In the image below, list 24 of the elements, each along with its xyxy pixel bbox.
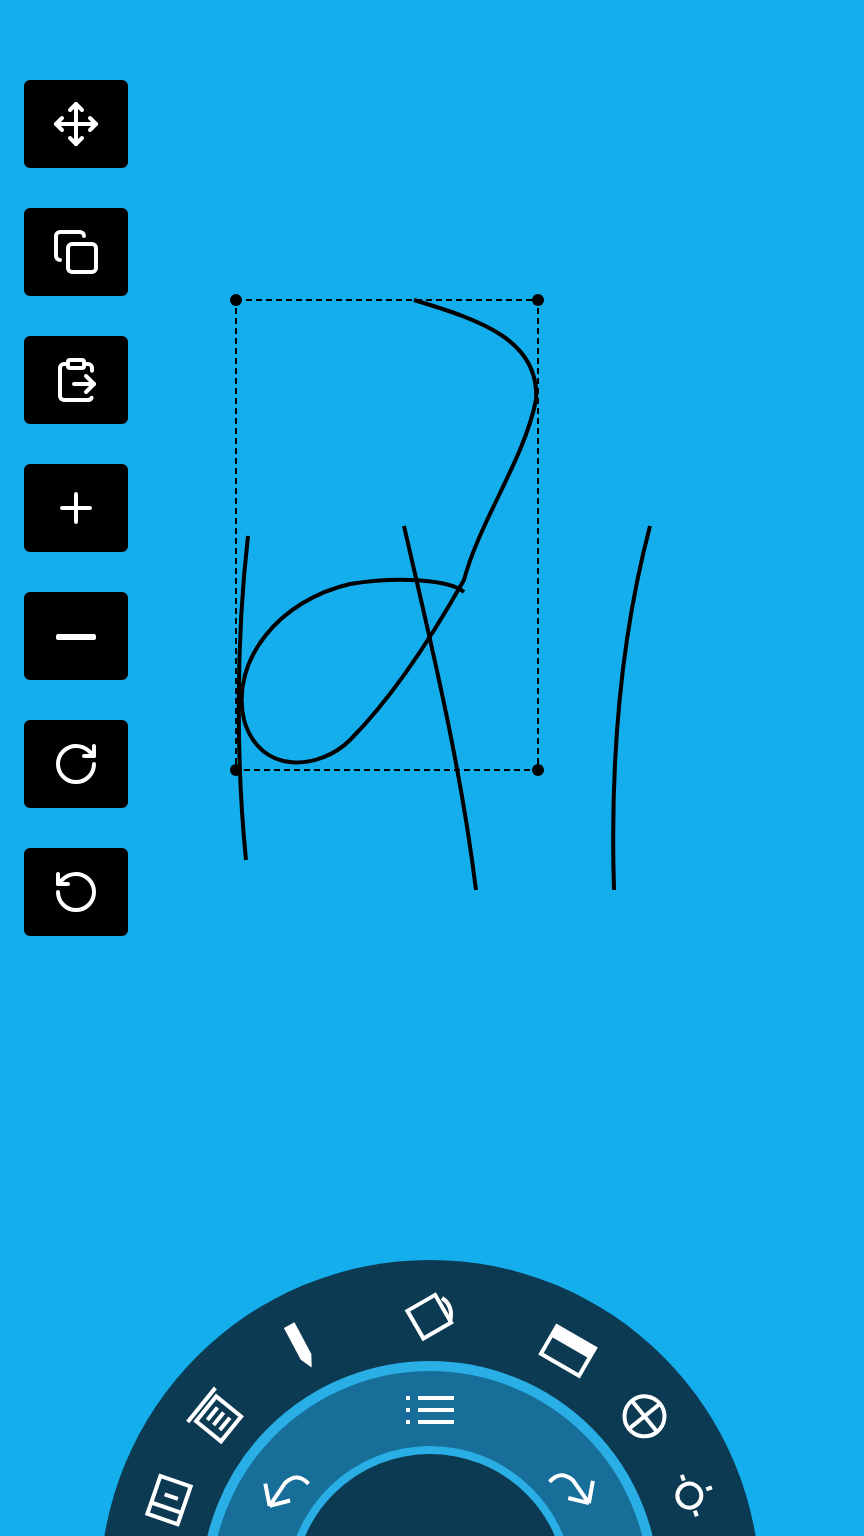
undo-icon[interactable] xyxy=(263,1475,311,1508)
paste-button[interactable] xyxy=(24,336,128,424)
move-icon xyxy=(52,100,100,148)
notebook-icon[interactable] xyxy=(144,1473,194,1527)
rotate-clockwise-icon xyxy=(52,740,100,788)
lightbulb-icon[interactable] xyxy=(675,1474,713,1517)
copy-icon xyxy=(52,228,100,276)
paste-icon xyxy=(52,356,100,404)
move-button[interactable] xyxy=(24,80,128,168)
copy-button[interactable] xyxy=(24,208,128,296)
list-icon[interactable] xyxy=(406,1396,454,1424)
bucket-icon[interactable] xyxy=(404,1292,454,1342)
rotate-counterclockwise-icon xyxy=(52,868,100,916)
wheel-icon[interactable] xyxy=(622,1394,667,1439)
pencil-icon[interactable] xyxy=(283,1322,312,1368)
selection-box[interactable] xyxy=(230,294,544,776)
minus-icon xyxy=(56,633,96,639)
plus-button[interactable] xyxy=(24,464,128,552)
minus-button[interactable] xyxy=(24,592,128,680)
rotate-clockwise-button[interactable] xyxy=(24,720,128,808)
trash-icon[interactable] xyxy=(186,1386,244,1445)
redo-icon[interactable] xyxy=(547,1473,595,1506)
eraser-icon[interactable] xyxy=(538,1323,598,1379)
rotate-counterclockwise-button[interactable] xyxy=(24,848,128,936)
